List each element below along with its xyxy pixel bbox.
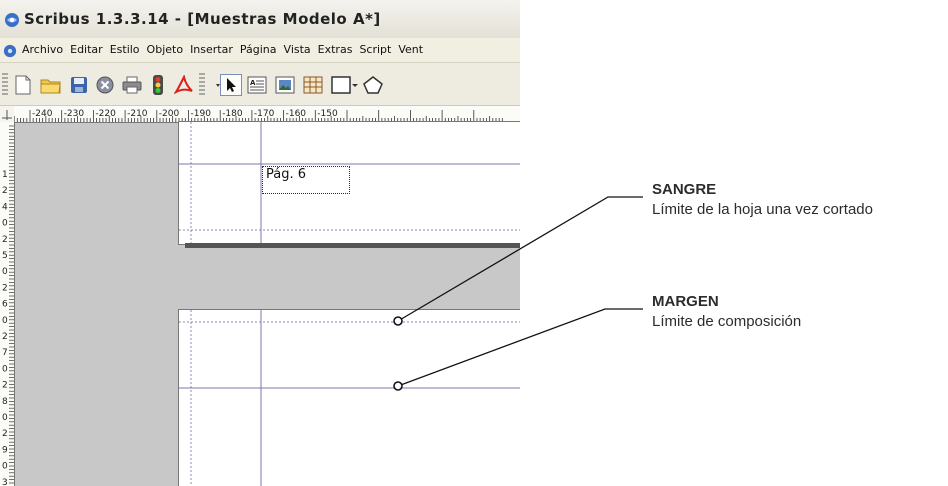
ruler-origin[interactable] xyxy=(0,106,15,123)
ruler-label: 4 xyxy=(2,202,8,212)
document-menu-icon[interactable] xyxy=(3,43,17,62)
window-title: Scribus 1.3.3.14 - [Muestras Modelo A*] xyxy=(24,10,381,28)
ruler-label: 2 xyxy=(2,186,8,196)
ruler-label: 0 xyxy=(2,364,8,374)
toolbar-grip-icon[interactable] xyxy=(199,73,205,97)
ruler-label: 0 xyxy=(2,267,8,277)
menu-ventanas[interactable]: Vent xyxy=(398,43,423,56)
ruler-label: 2 xyxy=(2,283,8,293)
menu-archivo[interactable]: Archivo xyxy=(22,43,63,56)
menu-script[interactable]: Script xyxy=(359,43,391,56)
polygon-icon[interactable] xyxy=(362,74,384,96)
new-document-icon[interactable] xyxy=(12,74,34,96)
ruler-label: 2 xyxy=(2,332,8,342)
ruler-label: -160 xyxy=(286,109,307,119)
ruler-label: -230 xyxy=(64,109,85,119)
rectangle-shape-icon[interactable] xyxy=(330,74,352,96)
menu-editar[interactable]: Editar xyxy=(70,43,103,56)
page-label: Pág. 6 xyxy=(266,167,307,182)
menu-insertar[interactable]: Insertar xyxy=(190,43,233,56)
ruler-label: 0 xyxy=(2,316,8,326)
menu-extras[interactable]: Extras xyxy=(318,43,353,56)
ruler-label: -170 xyxy=(254,109,275,119)
ruler-label: 3 xyxy=(2,478,8,486)
ruler-label: 2 xyxy=(2,381,8,391)
scribus-window: Scribus 1.3.3.14 - [Muestras Modelo A*] … xyxy=(0,0,520,486)
page-6[interactable]: Pág. 6 xyxy=(178,121,520,245)
main-toolbar: A xyxy=(0,63,520,106)
ruler-label: 0 xyxy=(2,462,8,472)
menu-objeto[interactable]: Objeto xyxy=(147,43,184,56)
svg-text:A: A xyxy=(250,79,256,87)
title-bar: Scribus 1.3.3.14 - [Muestras Modelo A*] xyxy=(0,0,520,39)
ruler-label: 9 xyxy=(2,445,8,455)
ruler-label: 2 xyxy=(2,429,8,439)
annotation-sangre-title: SANGRE xyxy=(652,181,717,198)
page-shadow xyxy=(185,243,520,248)
annotation-margen-desc: Límite de composición xyxy=(652,313,802,330)
annotation-sangre-desc: Límite de la hoja una vez cortado xyxy=(652,201,873,218)
ruler-label: 8 xyxy=(2,397,8,407)
open-folder-icon[interactable] xyxy=(40,74,62,96)
shape-dropdown-icon[interactable] xyxy=(350,74,360,96)
page-number-frame[interactable]: Pág. 6 xyxy=(262,166,350,194)
toolbar-grip-icon[interactable] xyxy=(2,73,8,97)
image-frame-icon[interactable] xyxy=(274,74,296,96)
ruler-label: 0 xyxy=(2,413,8,423)
preflight-icon[interactable] xyxy=(147,74,169,96)
menu-vista[interactable]: Vista xyxy=(284,43,311,56)
menu-pagina[interactable]: Página xyxy=(240,43,277,56)
save-icon[interactable] xyxy=(68,74,90,96)
ruler-label: 7 xyxy=(2,348,8,358)
print-icon[interactable] xyxy=(121,74,143,96)
text-frame-icon[interactable]: A xyxy=(246,74,268,96)
ruler-label: -210 xyxy=(127,109,148,119)
annotation-margen-title: MARGEN xyxy=(652,293,719,310)
vertical-ruler[interactable]: 1 2 4 0 2 5 0 2 6 0 2 7 0 2 8 0 2 9 0 3 xyxy=(0,122,15,486)
ruler-label: 2 xyxy=(2,235,8,245)
document-canvas[interactable]: Pág. 6 xyxy=(15,121,520,486)
ruler-label: 6 xyxy=(2,300,8,310)
ruler-label: -220 xyxy=(95,109,116,119)
ruler-label: 1 xyxy=(2,170,8,180)
select-arrow-icon[interactable] xyxy=(220,74,242,96)
menu-estilo[interactable]: Estilo xyxy=(110,43,140,56)
export-pdf-icon[interactable] xyxy=(173,74,195,96)
ruler-label: 0 xyxy=(2,219,8,229)
ruler-label: -150 xyxy=(317,109,338,119)
page-7[interactable] xyxy=(178,309,520,486)
ruler-label: 5 xyxy=(2,251,8,261)
scribus-logo-icon xyxy=(4,12,20,32)
ruler-label: -180 xyxy=(222,109,243,119)
menu-bar: Archivo Editar Estilo Objeto Insertar Pá… xyxy=(0,38,520,63)
ruler-label: -200 xyxy=(159,109,180,119)
close-document-icon[interactable] xyxy=(94,74,116,96)
table-icon[interactable] xyxy=(302,74,324,96)
ruler-label: -240 xyxy=(32,109,53,119)
ruler-label: -190 xyxy=(191,109,212,119)
